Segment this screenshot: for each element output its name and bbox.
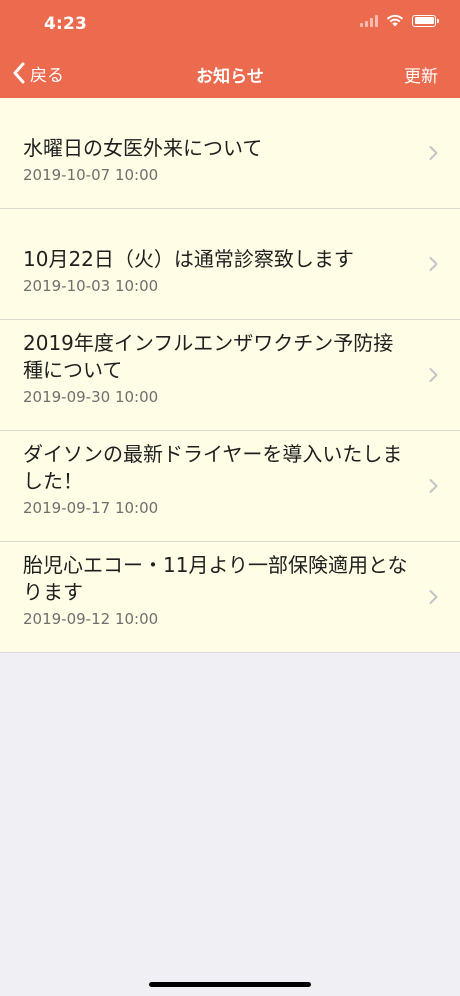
news-title: 2019年度インフルエンザワクチン予防接種について bbox=[23, 331, 394, 382]
news-date: 2019-09-12 10:00 bbox=[23, 610, 159, 628]
news-title: 10月22日（火）は通常診察致します bbox=[23, 247, 354, 271]
news-date: 2019-09-17 10:00 bbox=[23, 499, 159, 517]
chevron-right-icon bbox=[429, 590, 438, 604]
battery-icon bbox=[412, 14, 439, 27]
news-title: 胎児心エコー・11月より一部保険適用となります bbox=[23, 553, 408, 604]
refresh-button[interactable]: 更新 bbox=[404, 62, 438, 87]
news-item[interactable]: 2019年度インフルエンザワクチン予防接種について 2019-09-30 10:… bbox=[0, 320, 460, 431]
navigation-header: 4:23 戻る お知らせ 更新 bbox=[0, 0, 460, 98]
news-item[interactable]: ダイソンの最新ドライヤーを導入いたしました！ 2019-09-17 10:00 bbox=[0, 431, 460, 542]
status-icons bbox=[360, 14, 439, 27]
news-list: 水曜日の女医外来について 2019-10-07 10:00 10月22日（火）は… bbox=[0, 98, 460, 653]
news-date: 2019-10-03 10:00 bbox=[23, 277, 159, 295]
chevron-right-icon bbox=[429, 479, 438, 493]
news-item[interactable]: 水曜日の女医外来について 2019-10-07 10:00 bbox=[0, 98, 460, 209]
cellular-signal-icon bbox=[360, 14, 378, 27]
page-title: お知らせ bbox=[196, 67, 264, 87]
chevron-right-icon bbox=[429, 257, 438, 271]
news-title: ダイソンの最新ドライヤーを導入いたしました！ bbox=[23, 442, 403, 493]
news-date: 2019-09-30 10:00 bbox=[23, 388, 159, 406]
home-indicator[interactable] bbox=[149, 982, 311, 987]
wifi-icon bbox=[386, 14, 404, 27]
news-item[interactable]: 10月22日（火）は通常診察致します 2019-10-03 10:00 bbox=[0, 209, 460, 320]
chevron-right-icon bbox=[429, 368, 438, 382]
news-date: 2019-10-07 10:00 bbox=[23, 166, 159, 184]
status-time: 4:23 bbox=[44, 14, 88, 34]
news-title: 水曜日の女医外来について bbox=[23, 136, 263, 160]
chevron-right-icon bbox=[429, 146, 438, 160]
news-item[interactable]: 胎児心エコー・11月より一部保険適用となります 2019-09-12 10:00 bbox=[0, 542, 460, 653]
